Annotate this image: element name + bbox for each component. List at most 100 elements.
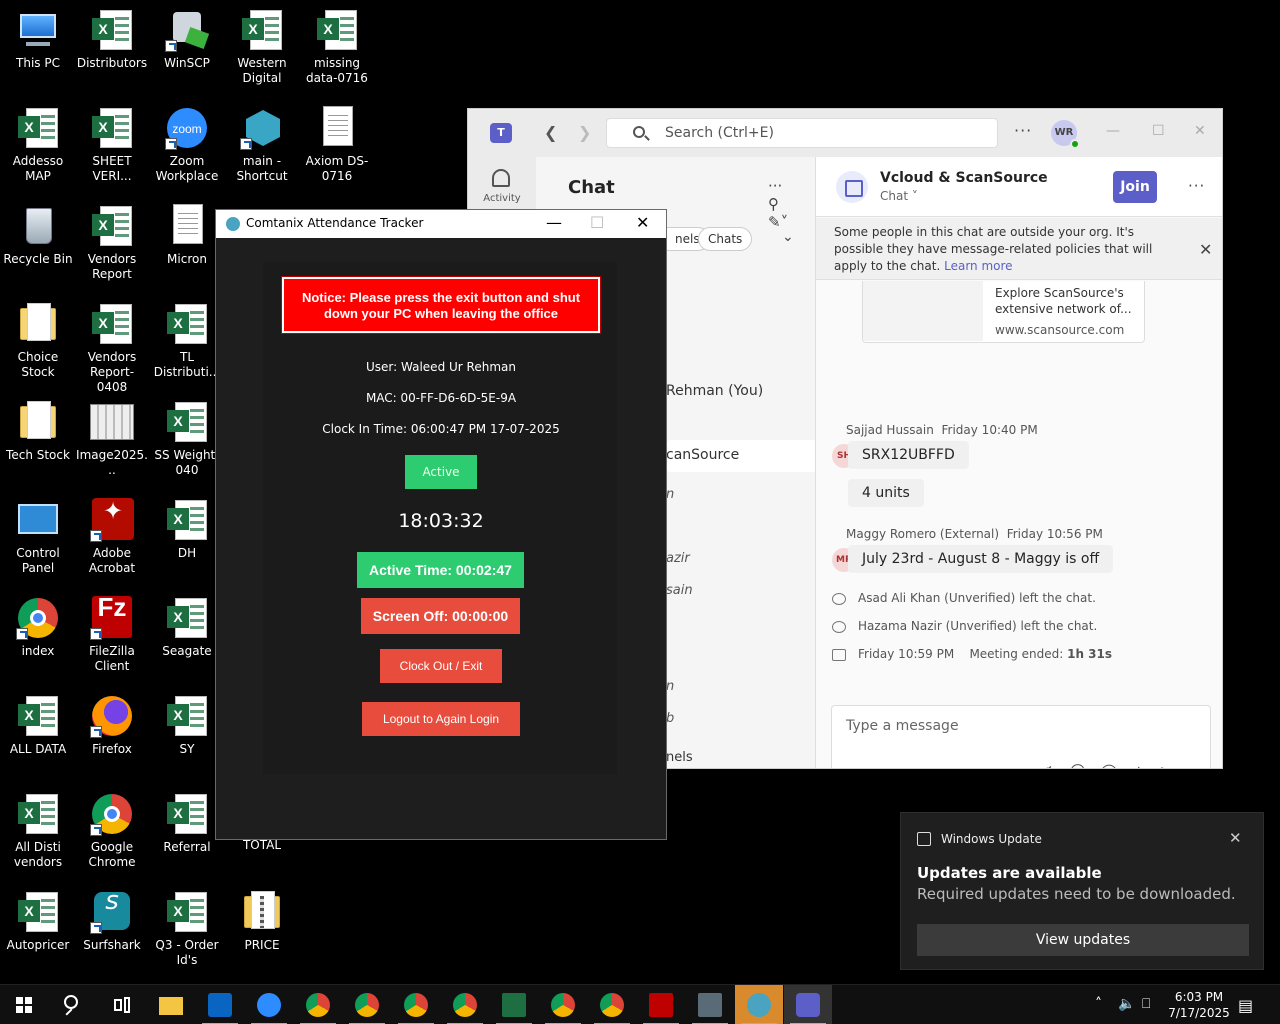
link-preview-card[interactable]: Explore ScanSource's extensive network o… [862, 281, 1145, 343]
desktop-icon[interactable]: X ALL DATA [0, 694, 76, 757]
search-input[interactable]: Search (Ctrl+E) [606, 118, 998, 148]
chat-list-footer[interactable]: nels [666, 750, 693, 765]
desktop-icon[interactable]: X Vendors Report-0408 [74, 302, 150, 395]
desktop-icon[interactable]: X SHEET VERI... [74, 106, 150, 184]
desktop-icon[interactable]: Control Panel [0, 498, 76, 576]
desktop-icon[interactable]: Fz FileZilla Client [74, 594, 150, 674]
taskbar-attendance-tracker[interactable] [735, 985, 783, 1024]
desktop-icon[interactable]: X DH [149, 498, 225, 561]
send-icon[interactable]: ➤ [1159, 762, 1186, 768]
desktop-icon[interactable]: main - Shortcut [224, 106, 300, 184]
desktop-icon[interactable]: X Q3 - Order Id's [149, 890, 225, 968]
chat-list-item-self[interactable]: Rehman (You) [666, 383, 763, 399]
desktop-icon[interactable]: This PC [0, 8, 76, 71]
taskbar-calculator[interactable] [686, 985, 734, 1024]
desktop-icon[interactable]: X SY [149, 694, 225, 757]
chat-list-item-scansource[interactable]: canSource [666, 447, 739, 463]
banner-close-icon[interactable]: ✕ [1199, 240, 1212, 259]
desktop-icon[interactable]: X All Disti vendors [0, 792, 76, 870]
add-icon[interactable]: + [1132, 762, 1159, 768]
close-icon[interactable]: ✕ [1194, 123, 1206, 139]
tray-chevron-up-icon[interactable]: ˄ [1095, 996, 1102, 1012]
loop-icon[interactable]: ◯ [1100, 762, 1132, 768]
desktop-icon[interactable]: Micron [149, 204, 225, 267]
taskbar-chrome-profile-4[interactable] [539, 985, 587, 1024]
conversation-subtitle[interactable]: Chat ˅ [880, 189, 918, 203]
chevron-down-icon[interactable]: ⌄ [782, 229, 794, 245]
desktop-icon[interactable]: X Western Digital [224, 8, 300, 86]
desktop-icon[interactable]: X Referral [149, 792, 225, 855]
desktop-icon[interactable]: X TL Distributi... [149, 302, 225, 380]
rail-item-activity[interactable]: Activity [468, 157, 536, 213]
taskbar-chrome[interactable] [294, 985, 342, 1024]
taskbar-file-explorer[interactable] [147, 985, 195, 1024]
notification-center-icon[interactable]: ▤ [1238, 996, 1253, 1015]
taskbar-clock[interactable]: 6:03 PM 7/17/2025 [1160, 989, 1238, 1021]
forward-icon[interactable]: ❯ [578, 123, 591, 142]
desktop-icon[interactable]: Choice Stock [0, 302, 76, 380]
taskbar-chrome-profile-2[interactable] [392, 985, 440, 1024]
join-button[interactable]: Join [1113, 171, 1157, 203]
more-icon[interactable]: ··· [768, 177, 782, 195]
taskbar-outlook[interactable] [196, 985, 244, 1024]
desktop-icon[interactable]: ✦ Adobe Acrobat [74, 498, 150, 576]
conversation-title[interactable]: Vcloud & ScanSource [880, 170, 1048, 186]
desktop-icon[interactable]: Tech Stock [0, 400, 76, 463]
windows-update-toast[interactable]: Windows Update ✕ Updates are available R… [900, 812, 1264, 970]
search-icon[interactable]: ⚲ [768, 195, 779, 213]
toast-close-icon[interactable]: ✕ [1229, 829, 1242, 847]
taskbar-excel[interactable] [490, 985, 538, 1024]
desktop-icon[interactable]: zoom Zoom Workplace [149, 106, 225, 184]
desktop-icon[interactable]: Axiom DS-0716 [299, 106, 375, 184]
message-bubble[interactable]: SRX12UBFFD [848, 441, 969, 469]
clock-out-button[interactable]: Clock Out / Exit [380, 649, 502, 683]
taskbar-teams[interactable] [784, 985, 832, 1024]
logout-button[interactable]: Logout to Again Login [362, 702, 520, 736]
taskbar-chrome-profile-1[interactable] [343, 985, 391, 1024]
taskbar-chrome-profile-3[interactable] [441, 985, 489, 1024]
taskbar-search[interactable] [49, 985, 97, 1024]
chat-list-fragment[interactable]: sain [666, 583, 693, 598]
desktop-icon[interactable]: Google Chrome [74, 792, 150, 870]
minimize-icon[interactable]: — [1106, 123, 1120, 139]
learn-more-link[interactable]: Learn more [944, 259, 1012, 273]
view-updates-button[interactable]: View updates [917, 924, 1249, 956]
format-icon[interactable]: ✍ [1042, 762, 1069, 768]
message-bubble[interactable]: 4 units [848, 479, 924, 507]
profile-avatar[interactable]: WR [1051, 120, 1080, 149]
desktop-icon[interactable]: X Addesso MAP [0, 106, 76, 184]
conversation-more-icon[interactable]: ··· [1188, 177, 1205, 195]
desktop-icon[interactable]: Xmissing data-0716 [299, 8, 375, 86]
chat-list-fragment[interactable]: n [666, 679, 674, 694]
compose-box[interactable]: Type a message ✍☺◯+➤ [831, 705, 1211, 768]
desktop-icon[interactable]: Firefox [74, 694, 150, 757]
desktop-icon[interactable]: WinSCP [149, 8, 225, 71]
chat-list-fragment[interactable]: b [666, 711, 674, 726]
taskbar-task-view[interactable] [98, 985, 146, 1024]
back-icon[interactable]: ❮ [544, 123, 557, 142]
desktop-icon[interactable]: Image2025... [74, 400, 150, 478]
taskbar-zoom[interactable] [245, 985, 293, 1024]
network-icon[interactable]: ⎕ [1142, 996, 1150, 1012]
desktop-icon[interactable]: X Vendors Report [74, 204, 150, 282]
chat-list-fragment[interactable]: azir [666, 551, 690, 566]
taskbar-start[interactable] [0, 985, 48, 1024]
maximize-icon[interactable]: ☐ [1152, 123, 1165, 139]
maximize-icon[interactable]: ☐ [590, 213, 604, 232]
minimize-icon[interactable]: — [546, 213, 562, 232]
desktop-icon[interactable]: X Seagate [149, 596, 225, 659]
more-options-icon[interactable]: ··· [1014, 121, 1032, 140]
attendance-tracker-window[interactable]: Comtanix Attendance Tracker — ☐ ✕ Notice… [215, 209, 667, 840]
desktop-icon[interactable]: index [0, 596, 76, 659]
link-preview-url[interactable]: www.scansource.com [995, 323, 1124, 337]
volume-muted-icon[interactable]: 🔈 [1118, 996, 1135, 1012]
emoji-icon[interactable]: ☺ [1069, 762, 1100, 768]
chat-list-fragment[interactable]: n [666, 487, 674, 502]
desktop-icon[interactable]: s Surfshark [74, 888, 150, 953]
desktop-icon[interactable]: X Autopricer [0, 890, 76, 953]
filter-chip-chats[interactable]: Chats [698, 227, 753, 251]
message-bubble[interactable]: July 23rd - August 8 - Maggy is off [848, 545, 1114, 573]
desktop-icon[interactable]: Recycle Bin [0, 204, 76, 267]
close-icon[interactable]: ✕ [636, 213, 649, 232]
desktop-icon[interactable]: PRICE [224, 890, 300, 953]
